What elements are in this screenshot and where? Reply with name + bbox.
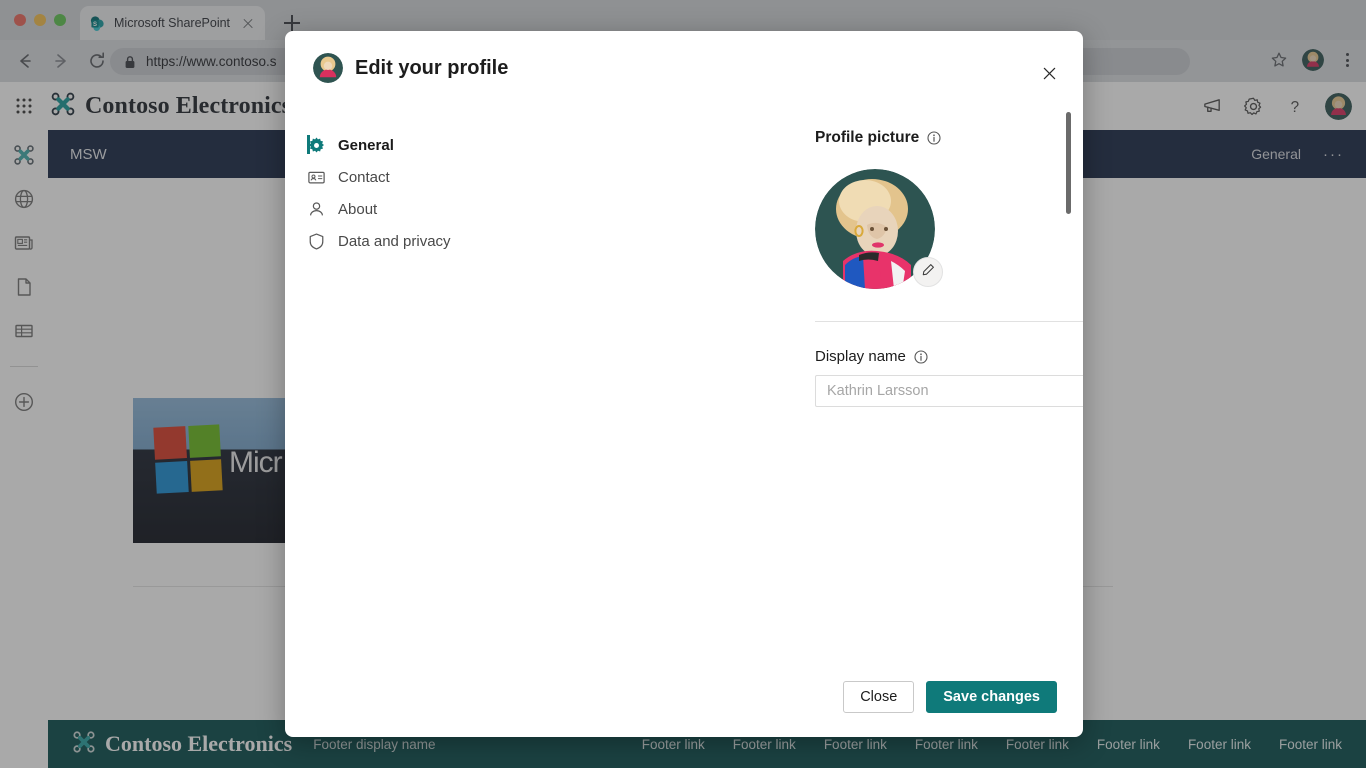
- profile-picture-label: Profile picture: [815, 129, 920, 146]
- profile-picture-label-row: Profile picture: [815, 129, 1083, 147]
- pencil-icon: [921, 263, 935, 282]
- close-button[interactable]: Close: [843, 681, 915, 713]
- contact-card-icon: [307, 168, 326, 187]
- nav-item-contact[interactable]: Contact: [285, 161, 515, 193]
- display-name-input[interactable]: [815, 375, 1083, 407]
- display-name-label: Display name: [815, 348, 906, 365]
- nav-item-label: About: [338, 200, 378, 218]
- screen: S Microsoft SharePoint https://www.conto…: [0, 0, 1366, 768]
- gear-icon: [307, 136, 326, 155]
- edit-profile-dialog: Edit your profile General Contact About …: [285, 31, 1083, 737]
- dialog-header: Edit your profile: [285, 31, 1083, 105]
- nav-item-data-and-privacy[interactable]: Data and privacy: [285, 225, 515, 257]
- nav-item-about[interactable]: About: [285, 193, 515, 225]
- dialog-body: Profile picture Display name Kathrin Lar…: [815, 129, 1083, 407]
- profile-picture-wrap: [815, 169, 943, 289]
- nav-item-general[interactable]: General: [285, 129, 515, 161]
- nav-item-label: Contact: [338, 168, 390, 186]
- active-indicator: [307, 135, 310, 154]
- person-icon: [307, 200, 326, 219]
- dialog-actions: Close Save changes: [843, 681, 1057, 713]
- save-changes-button[interactable]: Save changes: [926, 681, 1057, 713]
- shield-icon: [307, 232, 326, 251]
- section-divider: [815, 321, 1083, 322]
- dialog-nav: General Contact About Data and privacy: [285, 129, 515, 257]
- user-avatar: [313, 53, 343, 83]
- edit-profile-picture-button[interactable]: [913, 257, 943, 287]
- dialog-title: Edit your profile: [355, 56, 509, 79]
- info-icon[interactable]: [914, 349, 928, 364]
- nav-item-label: General: [338, 136, 394, 154]
- display-name-label-row: Display name: [815, 348, 1083, 365]
- close-icon[interactable]: [1033, 57, 1065, 89]
- nav-item-label: Data and privacy: [338, 232, 451, 250]
- info-icon[interactable]: [927, 131, 941, 145]
